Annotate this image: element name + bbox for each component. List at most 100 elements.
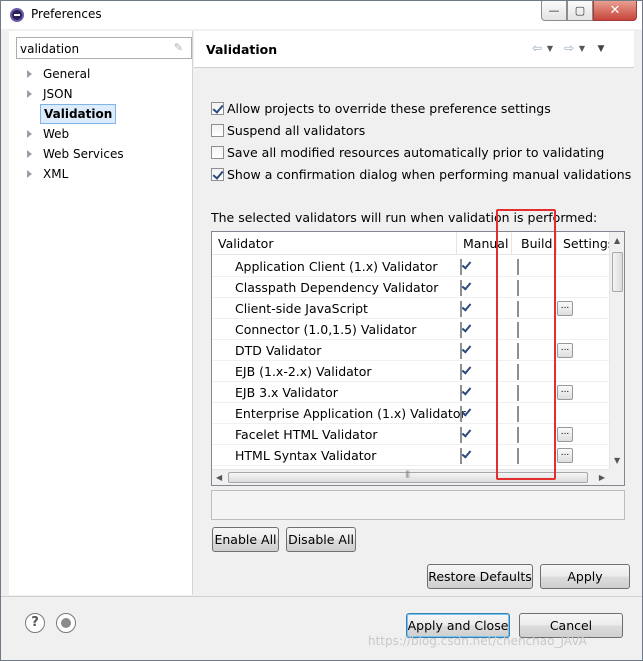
help-icon[interactable]: ? xyxy=(25,613,45,633)
table-row[interactable]: Client-side JavaScript... xyxy=(212,298,609,319)
build-checkbox[interactable] xyxy=(517,406,519,422)
build-checkbox[interactable] xyxy=(517,280,519,296)
view-menu-icon[interactable]: ▼ xyxy=(594,41,608,57)
enable-all-button[interactable]: Enable All xyxy=(212,527,279,552)
build-cell xyxy=(517,259,522,275)
build-checkbox[interactable] xyxy=(517,343,519,359)
back-dropdown-icon[interactable]: ▼ xyxy=(544,41,556,57)
settings-button[interactable]: ... xyxy=(557,385,573,400)
watermark: https://blog.csdn.net/chenchao_JAVA xyxy=(368,634,587,648)
build-checkbox[interactable] xyxy=(517,301,519,317)
tree-item-label: JSON xyxy=(43,87,73,101)
table-row[interactable]: Connector (1.0,1.5) Validator xyxy=(212,319,609,340)
tree-item-web-services[interactable]: Web Services xyxy=(9,144,193,164)
horizontal-scrollbar[interactable]: ◀ ▶ xyxy=(212,469,609,485)
manual-checkbox[interactable] xyxy=(460,427,462,443)
vertical-scroll-thumb[interactable] xyxy=(612,252,623,292)
vertical-scrollbar[interactable]: ▲ ▼ xyxy=(609,232,624,469)
option-1[interactable]: Suspend all validators xyxy=(211,121,365,139)
build-cell xyxy=(517,427,522,443)
settings-button[interactable]: ... xyxy=(557,343,573,358)
minimize-button[interactable]: — xyxy=(541,1,567,21)
build-cell xyxy=(517,448,522,464)
option-checkbox[interactable] xyxy=(211,145,224,159)
title-bar[interactable]: Preferences — ▢ ✕ xyxy=(1,1,642,29)
build-checkbox[interactable] xyxy=(517,322,519,338)
scroll-down-icon[interactable]: ▼ xyxy=(614,456,620,465)
manual-checkbox[interactable] xyxy=(460,259,462,275)
column-manual[interactable]: Manual xyxy=(463,236,508,251)
build-checkbox[interactable] xyxy=(517,364,519,380)
table-row[interactable]: EJB (1.x-2.x) Validator xyxy=(212,361,609,382)
horizontal-scroll-thumb[interactable] xyxy=(228,470,588,483)
build-checkbox[interactable] xyxy=(517,448,519,464)
tree-item-label: Web xyxy=(43,127,70,141)
option-checkbox[interactable] xyxy=(211,123,224,137)
option-checkbox[interactable] xyxy=(211,101,224,115)
build-cell xyxy=(517,322,522,338)
validators-intro: The selected validators will run when va… xyxy=(211,210,598,225)
option-0[interactable]: Allow projects to override these prefere… xyxy=(211,99,551,117)
scroll-left-icon[interactable]: ◀ xyxy=(216,473,222,482)
column-validator[interactable]: Validator xyxy=(218,236,273,251)
tree-item-validation[interactable]: Validation xyxy=(9,104,193,124)
column-build[interactable]: Build xyxy=(521,236,552,251)
manual-checkbox[interactable] xyxy=(460,301,462,317)
table-row[interactable]: DTD Validator... xyxy=(212,340,609,361)
settings-button[interactable]: ... xyxy=(557,448,573,463)
option-label: Save all modified resources automaticall… xyxy=(227,144,605,160)
table-row[interactable]: EJB 3.x Validator... xyxy=(212,382,609,403)
option-3[interactable]: Show a confirmation dialog when performi… xyxy=(211,165,631,183)
table-row[interactable]: Facelet HTML Validator... xyxy=(212,424,609,445)
build-checkbox[interactable] xyxy=(517,427,519,443)
manual-checkbox[interactable] xyxy=(460,448,462,464)
expand-arrow-icon[interactable] xyxy=(27,70,32,78)
manual-checkbox[interactable] xyxy=(460,280,462,296)
clear-filter-icon[interactable]: ✎ xyxy=(172,42,185,54)
expand-arrow-icon[interactable] xyxy=(27,130,32,138)
restore-defaults-button[interactable]: Restore Defaults xyxy=(427,564,533,589)
expand-arrow-icon[interactable] xyxy=(27,150,32,158)
option-checkbox[interactable] xyxy=(211,167,224,181)
validator-name: EJB 3.x Validator xyxy=(235,385,338,400)
build-checkbox[interactable] xyxy=(517,385,519,401)
tree-item-json[interactable]: JSON xyxy=(9,84,193,104)
back-arrow-icon[interactable]: ⇦ xyxy=(530,41,544,57)
tree-item-general[interactable]: General xyxy=(9,64,193,84)
table-row[interactable]: Enterprise Application (1.x) Validator xyxy=(212,403,609,424)
build-cell xyxy=(517,280,522,296)
tree-item-xml[interactable]: XML xyxy=(9,164,193,184)
maximize-button[interactable]: ▢ xyxy=(567,1,593,21)
import-export-icon[interactable] xyxy=(56,613,76,633)
table-row[interactable]: Classpath Dependency Validator xyxy=(212,277,609,298)
tree-item-label: Validation xyxy=(40,104,117,124)
expand-arrow-icon[interactable] xyxy=(27,170,32,178)
validation-page: Validation ⇦ ▼ ⇨ ▼ ▼ Allow projects to o… xyxy=(194,31,634,595)
manual-checkbox[interactable] xyxy=(460,406,462,422)
tree-item-label: General xyxy=(43,67,91,81)
build-checkbox[interactable] xyxy=(517,259,519,275)
manual-cell xyxy=(460,406,465,422)
option-2[interactable]: Save all modified resources automaticall… xyxy=(211,143,604,161)
table-row[interactable]: Application Client (1.x) Validator xyxy=(212,256,609,277)
forward-dropdown-icon[interactable]: ▼ xyxy=(576,41,588,57)
expand-arrow-icon[interactable] xyxy=(27,90,32,98)
settings-button[interactable]: ... xyxy=(557,427,573,442)
manual-checkbox[interactable] xyxy=(460,322,462,338)
manual-checkbox[interactable] xyxy=(460,385,462,401)
manual-checkbox[interactable] xyxy=(460,364,462,380)
table-body: Application Client (1.x) Validator Classp… xyxy=(212,256,609,466)
apply-button[interactable]: Apply xyxy=(540,564,630,589)
tree-item-web[interactable]: Web xyxy=(9,124,193,144)
settings-button[interactable]: ... xyxy=(557,301,573,316)
filter-input[interactable] xyxy=(16,37,192,59)
option-label: Suspend all validators xyxy=(227,122,366,138)
column-settings[interactable]: Settings xyxy=(563,236,614,251)
manual-checkbox[interactable] xyxy=(460,343,462,359)
forward-arrow-icon[interactable]: ⇨ xyxy=(562,41,576,57)
scroll-up-icon[interactable]: ▲ xyxy=(614,236,620,245)
table-row[interactable]: HTML Syntax Validator... xyxy=(212,445,609,466)
close-button[interactable]: ✕ xyxy=(593,1,637,21)
scroll-right-icon[interactable]: ▶ xyxy=(599,473,605,482)
disable-all-button[interactable]: Disable All xyxy=(286,527,356,552)
